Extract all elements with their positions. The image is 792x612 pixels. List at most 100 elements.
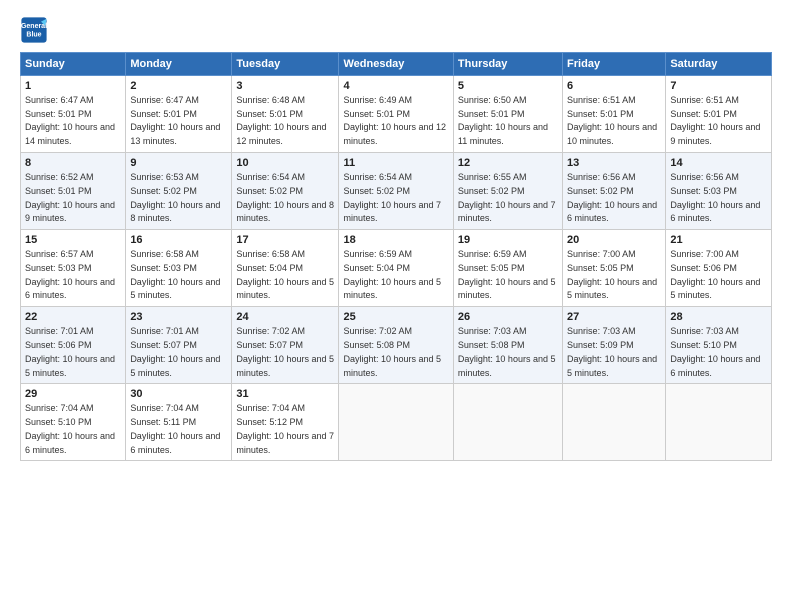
cell-daylight: Daylight: 10 hours and 5 minutes. [343,354,441,378]
cell-sunset: Sunset: 5:02 PM [343,186,410,196]
calendar-table: SundayMondayTuesdayWednesdayThursdayFrid… [20,52,772,461]
cell-sunrise: Sunrise: 7:00 AM [567,249,636,259]
day-number: 28 [670,310,767,325]
cell-sunset: Sunset: 5:08 PM [343,340,410,350]
cell-sunset: Sunset: 5:03 PM [130,263,197,273]
cell-daylight: Daylight: 10 hours and 8 minutes. [236,200,334,224]
cell-sunrise: Sunrise: 6:48 AM [236,95,305,105]
page: General Blue SundayMondayTuesdayWednesda… [0,0,792,612]
cell-w4-d2: 31Sunrise: 7:04 AMSunset: 5:12 PMDayligh… [232,384,339,461]
svg-text:Blue: Blue [26,31,41,38]
cell-w3-d3: 25Sunrise: 7:02 AMSunset: 5:08 PMDayligh… [339,307,453,384]
cell-daylight: Daylight: 10 hours and 7 minutes. [236,431,334,455]
day-number: 10 [236,156,334,171]
cell-sunrise: Sunrise: 7:04 AM [130,403,199,413]
logo-icon: General Blue [20,16,48,44]
cell-sunrise: Sunrise: 6:54 AM [343,172,412,182]
cell-sunset: Sunset: 5:06 PM [670,263,737,273]
cell-w4-d3 [339,384,453,461]
cell-sunset: Sunset: 5:05 PM [458,263,525,273]
cell-daylight: Daylight: 10 hours and 7 minutes. [343,200,441,224]
cell-w4-d6 [666,384,772,461]
day-number: 8 [25,156,121,171]
cell-daylight: Daylight: 10 hours and 6 minutes. [670,354,760,378]
cell-daylight: Daylight: 10 hours and 12 minutes. [343,122,446,146]
day-number: 3 [236,79,334,94]
cell-sunset: Sunset: 5:10 PM [25,417,92,427]
cell-sunset: Sunset: 5:01 PM [343,109,410,119]
col-header-monday: Monday [126,53,232,76]
day-number: 4 [343,79,448,94]
day-number: 11 [343,156,448,171]
cell-w4-d4 [453,384,562,461]
cell-sunset: Sunset: 5:02 PM [130,186,197,196]
cell-sunrise: Sunrise: 6:55 AM [458,172,527,182]
day-number: 5 [458,79,558,94]
day-number: 6 [567,79,661,94]
cell-w0-d2: 3Sunrise: 6:48 AMSunset: 5:01 PMDaylight… [232,76,339,153]
cell-sunrise: Sunrise: 7:03 AM [670,326,739,336]
day-number: 12 [458,156,558,171]
cell-sunrise: Sunrise: 7:02 AM [236,326,305,336]
cell-sunrise: Sunrise: 6:56 AM [567,172,636,182]
cell-w0-d4: 5Sunrise: 6:50 AMSunset: 5:01 PMDaylight… [453,76,562,153]
cell-w4-d1: 30Sunrise: 7:04 AMSunset: 5:11 PMDayligh… [126,384,232,461]
cell-w3-d6: 28Sunrise: 7:03 AMSunset: 5:10 PMDayligh… [666,307,772,384]
day-number: 13 [567,156,661,171]
cell-daylight: Daylight: 10 hours and 5 minutes. [343,277,441,301]
cell-daylight: Daylight: 10 hours and 6 minutes. [130,431,220,455]
cell-daylight: Daylight: 10 hours and 5 minutes. [236,354,334,378]
cell-w1-d4: 12Sunrise: 6:55 AM Sunset: 5:02 PM Dayligh… [453,153,562,230]
cell-w2-d0: 15Sunrise: 6:57 AMSunset: 5:03 PMDayligh… [21,230,126,307]
logo: General Blue [20,16,52,44]
day-number: 19 [458,233,558,248]
cell-sunrise: Sunrise: 6:47 AM [130,95,199,105]
cell-daylight: Daylight: 10 hours and 6 minutes. [670,200,760,224]
cell-sunrise: Sunrise: 6:52 AM [25,172,94,182]
cell-daylight: Daylight: 10 hours and 5 minutes. [458,277,556,301]
cell-daylight: Daylight: 10 hours and 14 minutes. [25,122,115,146]
cell-daylight: Daylight: 10 hours and 5 minutes. [567,354,657,378]
cell-sunset: Sunset: 5:03 PM [670,186,737,196]
cell-sunrise: Sunrise: 7:03 AM [458,326,527,336]
cell-w0-d6: 7Sunrise: 6:51 AMSunset: 5:01 PMDaylight… [666,76,772,153]
cell-sunrise: Sunrise: 7:02 AM [343,326,412,336]
cell-daylight: Daylight: 10 hours and 12 minutes. [236,122,326,146]
cell-daylight: Daylight: 10 hours and 13 minutes. [130,122,220,146]
cell-w3-d0: 22Sunrise: 7:01 AMSunset: 5:06 PMDayligh… [21,307,126,384]
day-number: 31 [236,387,334,402]
cell-sunset: Sunset: 5:04 PM [343,263,410,273]
day-number: 29 [25,387,121,402]
cell-daylight: Daylight: 10 hours and 5 minutes. [130,354,220,378]
day-number: 30 [130,387,227,402]
day-number: 21 [670,233,767,248]
cell-sunset: Sunset: 5:01 PM [25,186,92,196]
cell-daylight: Daylight: 10 hours and 7 minutes. [458,200,556,224]
cell-sunrise: Sunrise: 6:57 AM [25,249,94,259]
day-number: 24 [236,310,334,325]
cell-daylight: Daylight: 10 hours and 6 minutes. [567,200,657,224]
cell-sunrise: Sunrise: 7:01 AM [130,326,199,336]
cell-sunset: Sunset: 5:05 PM [567,263,634,273]
day-number: 27 [567,310,661,325]
day-number: 1 [25,79,121,94]
col-header-sunday: Sunday [21,53,126,76]
cell-w3-d2: 24Sunrise: 7:02 AMSunset: 5:07 PMDayligh… [232,307,339,384]
cell-w2-d4: 19Sunrise: 6:59 AMSunset: 5:05 PMDayligh… [453,230,562,307]
cell-w0-d1: 2Sunrise: 6:47 AMSunset: 5:01 PMDaylight… [126,76,232,153]
cell-w2-d6: 21Sunrise: 7:00 AMSunset: 5:06 PMDayligh… [666,230,772,307]
cell-sunset: Sunset: 5:01 PM [130,109,197,119]
cell-daylight: Daylight: 10 hours and 8 minutes. [130,200,220,224]
cell-sunset: Sunset: 5:02 PM [458,186,525,196]
svg-text:General: General [21,23,47,30]
cell-sunrise: Sunrise: 6:50 AM [458,95,527,105]
cell-daylight: Daylight: 10 hours and 6 minutes. [25,431,115,455]
cell-sunset: Sunset: 5:08 PM [458,340,525,350]
cell-sunset: Sunset: 5:04 PM [236,263,303,273]
cell-w4-d0: 29Sunrise: 7:04 AMSunset: 5:10 PMDayligh… [21,384,126,461]
cell-sunset: Sunset: 5:06 PM [25,340,92,350]
cell-w2-d2: 17Sunrise: 6:58 AMSunset: 5:04 PMDayligh… [232,230,339,307]
day-number: 22 [25,310,121,325]
day-number: 15 [25,233,121,248]
cell-w1-d5: 13Sunrise: 6:56 AMSunset: 5:02 PMDayligh… [563,153,666,230]
